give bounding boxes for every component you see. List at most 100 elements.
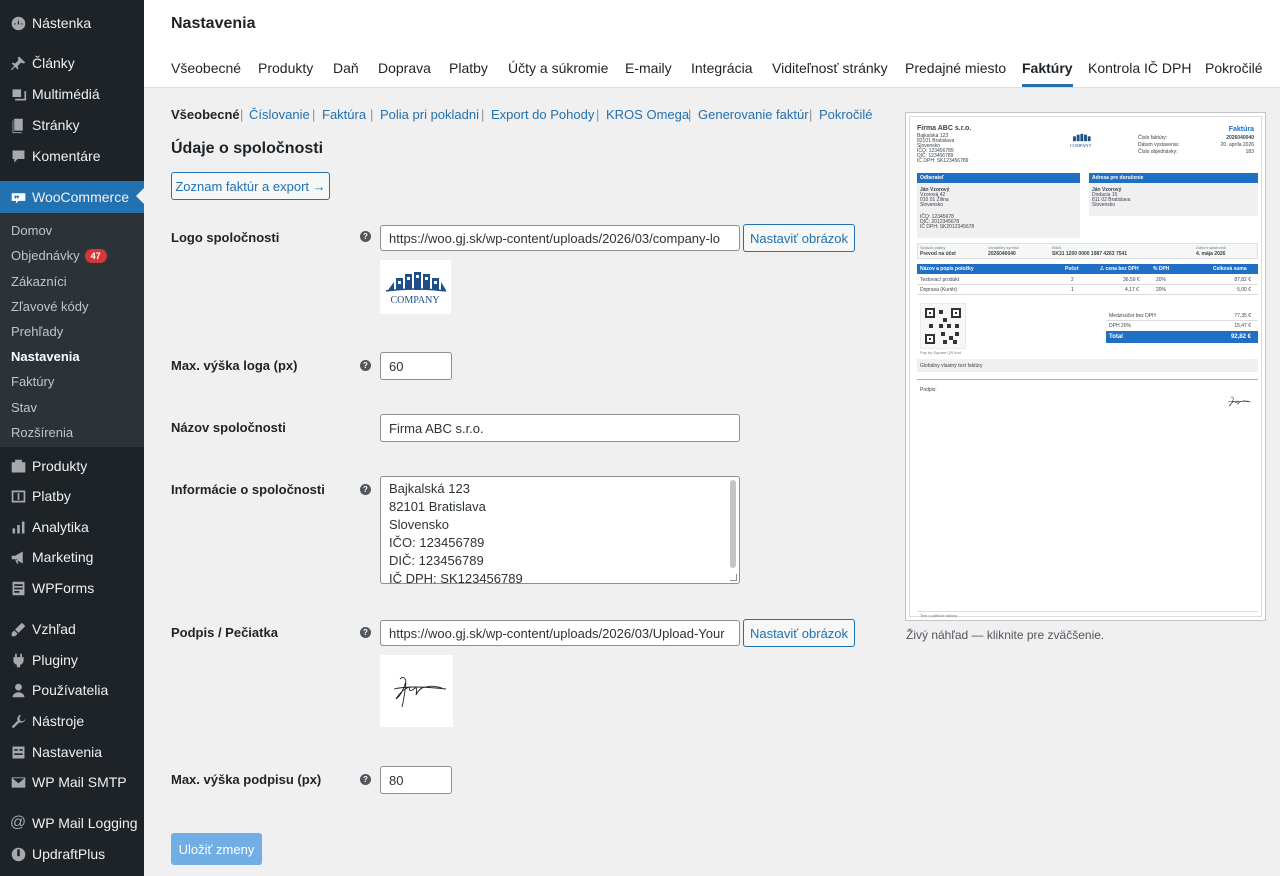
company-name-label: Názov spoločnosti xyxy=(171,420,286,435)
help-icon[interactable]: ? xyxy=(360,231,371,242)
subnav-polia-pri-pokladni[interactable]: Polia pri pokladni xyxy=(380,107,479,122)
textarea-resize-handle[interactable] xyxy=(730,574,737,581)
tab-faktury[interactable]: Faktúry xyxy=(1022,60,1073,87)
menu-item-users[interactable]: Používatelia xyxy=(0,675,144,705)
menu-item-label: Platby xyxy=(32,488,71,504)
preview-row-cell: 4,17 € xyxy=(1125,287,1139,293)
submenu-item-rozsirenia[interactable]: Rozšírenia xyxy=(11,425,73,440)
tab-platby[interactable]: Platby xyxy=(449,60,488,76)
page-title: Nastavenia xyxy=(171,15,256,32)
menu-item-wp-mail-logging[interactable]: @ WP Mail Logging xyxy=(0,808,144,838)
preview-row-cell: Doprava (Kuriér) xyxy=(920,287,957,293)
menu-item-wp-mail-smtp[interactable]: WP Mail SMTP xyxy=(0,767,144,797)
tab-e-maily[interactable]: E-maily xyxy=(625,60,672,76)
menu-item-woocommerce[interactable]: WooCommerce xyxy=(0,181,144,213)
menu-item-plugins[interactable]: Pluginy xyxy=(0,645,144,675)
menu-item-label: Pluginy xyxy=(32,652,78,668)
help-icon[interactable]: ? xyxy=(360,627,371,638)
company-name-input[interactable]: Firma ABC s.r.o. xyxy=(380,414,740,442)
submenu-item-faktury[interactable]: Faktúry xyxy=(11,374,54,389)
logo-height-input[interactable]: 60 xyxy=(380,352,452,380)
textarea-scrollbar[interactable] xyxy=(730,480,736,568)
subnav-separator: | xyxy=(312,107,316,122)
subnav-separator: | xyxy=(481,107,485,122)
menu-item-marketing[interactable]: Marketing xyxy=(0,542,144,572)
menu-item-wpforms[interactable]: WPForms xyxy=(0,573,144,603)
preview-meta-value: 183 xyxy=(1245,149,1254,155)
submenu-item-nastavenia[interactable]: Nastavenia xyxy=(11,349,80,364)
menu-item-tools[interactable]: Nástroje xyxy=(0,706,144,736)
preview-row-cell: Testovací produkt xyxy=(920,277,960,283)
menu-item-label: Používatelia xyxy=(32,682,109,698)
subnav-vseobecne[interactable]: Všeobecné xyxy=(171,107,240,122)
preview-pay-value: Prevod na účet xyxy=(920,251,956,257)
menu-item-comments[interactable]: Komentáre xyxy=(0,141,144,171)
set-signature-image-button[interactable]: Nastaviť obrázok xyxy=(743,619,855,647)
menu-item-pages[interactable]: Stránky xyxy=(0,110,144,140)
menu-item-posts[interactable]: Články xyxy=(0,48,144,78)
save-changes-button[interactable]: Uložiť zmeny xyxy=(171,833,262,865)
preview-table-head: Názov a popis položky xyxy=(920,266,974,272)
preview-global-note: Globálny vlastný text faktúry xyxy=(920,363,983,369)
submenu-item-domov[interactable]: Domov xyxy=(11,223,52,238)
menu-item-label: Články xyxy=(32,55,75,71)
menu-item-updraftplus[interactable]: UpdraftPlus xyxy=(0,839,144,869)
menu-item-settings[interactable]: Nastavenia xyxy=(0,737,144,767)
dashboard-icon xyxy=(8,13,28,33)
menu-item-dashboard[interactable]: Nástenka xyxy=(0,8,144,38)
preview-billing-line: Slovensko xyxy=(920,202,944,208)
tab-predajne-miesto[interactable]: Predajné miesto xyxy=(905,60,1006,76)
menu-item-label: Nástenka xyxy=(32,15,92,31)
tab-doprava[interactable]: Doprava xyxy=(378,60,431,76)
subnav-faktura[interactable]: Faktúra xyxy=(322,107,366,122)
menu-item-media[interactable]: Multimédiá xyxy=(0,79,144,109)
subnav-cislovanie[interactable]: Číslovanie xyxy=(249,107,310,122)
signature-url-input[interactable]: https://woo.gj.sk/wp-content/uploads/202… xyxy=(380,620,740,646)
tab-dan[interactable]: Daň xyxy=(333,60,359,76)
help-icon[interactable]: ? xyxy=(360,484,371,495)
tab-kontrola-ic-dph[interactable]: Kontrola IČ DPH xyxy=(1088,60,1191,76)
preview-meta-value: 2026040040 xyxy=(1226,135,1254,141)
tab-integracia[interactable]: Integrácia xyxy=(691,60,752,76)
logo-url-input[interactable]: https://woo.gj.sk/wp-content/uploads/202… xyxy=(380,225,740,251)
company-info-line: DIČ: 123456789 xyxy=(389,553,484,568)
menu-item-analytics[interactable]: Analytika xyxy=(0,512,144,542)
preview-shipping-line: Slovensko xyxy=(1092,202,1116,208)
preview-footer-divider xyxy=(917,611,1258,612)
company-info-textarea[interactable]: Bajkalská 123 82101 Bratislava Slovensko… xyxy=(380,476,740,584)
preview-caption: Živý náhľad — kliknite pre zväčšenie. xyxy=(906,628,1105,642)
set-logo-image-button[interactable]: Nastaviť obrázok xyxy=(743,224,855,252)
menu-item-payments[interactable]: Platby xyxy=(0,481,144,511)
submenu-item-objednavky[interactable]: Objednávky 47 xyxy=(11,248,107,263)
submenu-item-zlavove-kody[interactable]: Zľavové kódy xyxy=(11,299,89,314)
company-info-line: Bajkalská 123 xyxy=(389,481,470,496)
invoice-list-export-button[interactable]: Zoznam faktúr a export → xyxy=(171,172,330,200)
tab-pokrocile[interactable]: Pokročilé xyxy=(1205,60,1263,76)
submenu-item-zakaznici[interactable]: Zákazníci xyxy=(11,274,67,289)
mail-icon xyxy=(8,772,28,792)
subnav-pokrocile[interactable]: Pokročilé xyxy=(819,107,872,122)
submenu-item-stav[interactable]: Stav xyxy=(11,400,37,415)
menu-item-label: Analytika xyxy=(32,519,89,535)
preview-row-divider xyxy=(917,284,1258,285)
logo-company-text: COMPANY xyxy=(390,295,439,306)
menu-item-appearance[interactable]: Vzhľad xyxy=(0,614,144,644)
company-info-line: 82101 Bratislava xyxy=(389,499,486,514)
subnav-generovanie-faktur[interactable]: Generovanie faktúr xyxy=(698,107,809,122)
preview-qr-caption: Pay by Square QR kód xyxy=(920,350,961,355)
help-icon[interactable]: ? xyxy=(360,360,371,371)
invoice-live-preview[interactable]: Firma ABC s.r.o. Bajkalská 123 82101 Bra… xyxy=(905,112,1266,621)
submenu-item-prehlady[interactable]: Prehľady xyxy=(11,324,63,339)
subnav-export-do-pohody[interactable]: Export do Pohody xyxy=(491,107,594,122)
help-icon[interactable]: ? xyxy=(360,774,371,785)
tab-produkty[interactable]: Produkty xyxy=(258,60,313,76)
menu-item-products[interactable]: Produkty xyxy=(0,451,144,481)
signature-height-input[interactable]: 80 xyxy=(380,766,452,794)
tab-ucty-a-sukromie[interactable]: Účty a súkromie xyxy=(508,60,608,76)
tab-viditelnost-stranky[interactable]: Viditeľnosť stránky xyxy=(772,60,888,76)
preview-sign-label: Podpis: xyxy=(920,387,937,393)
tab-vseobecne[interactable]: Všeobecné xyxy=(171,60,241,76)
updraft-icon xyxy=(8,844,28,864)
subnav-kros-omega[interactable]: KROS Omega xyxy=(606,107,689,122)
menu-item-label: Marketing xyxy=(32,549,94,565)
